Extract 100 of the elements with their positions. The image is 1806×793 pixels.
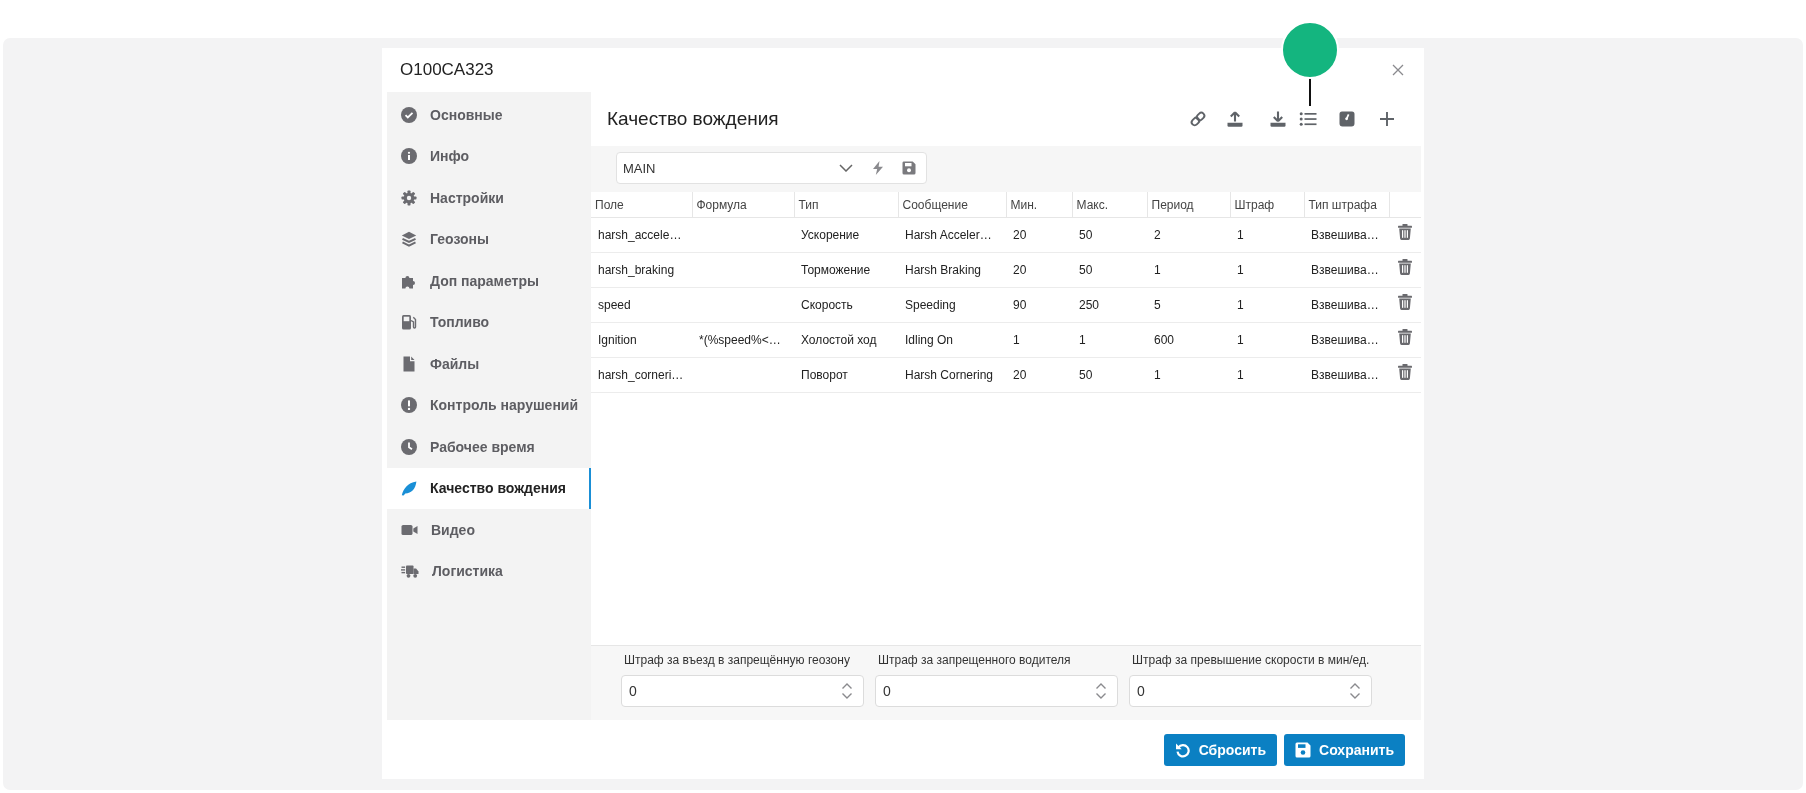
sidebar-item[interactable]: Качество вождения [387,467,591,509]
sidebar-item[interactable]: Основные [387,94,591,136]
upload-icon[interactable] [1226,110,1244,128]
column-header[interactable]: Формула [692,192,794,218]
chevron-down-icon [839,164,853,172]
dialog-title: O100CA323 [400,60,494,80]
panel-title: Качество вождения [607,108,779,130]
table-cell: Взвешива… [1304,252,1389,288]
column-header[interactable]: Макс. [1072,192,1147,218]
number-field[interactable]: 0 [621,675,864,707]
reset-button[interactable]: Сбросить [1163,733,1278,766]
clock-icon [401,438,417,455]
gear-icon [401,189,417,206]
sidebar-item[interactable]: Логистика [387,550,591,592]
table-cell: 1 [1147,252,1230,288]
exclamation-icon [401,397,417,414]
table-cell: Торможение [794,252,898,288]
file-icon [401,355,417,372]
layers-icon [401,231,417,248]
table-cell: Скорость [794,287,898,323]
trash-icon[interactable] [1398,224,1412,240]
table-cell: 1 [1230,357,1304,393]
table-cell: 1 [1230,252,1304,288]
table-cell: 50 [1072,357,1147,393]
table-cell: 1 [1072,322,1147,358]
preset-select[interactable]: MAIN [623,160,853,176]
table-cell: 20 [1006,217,1072,253]
table-cell: 1 [1230,217,1304,253]
undo-icon [1174,741,1191,758]
table-cell: 1 [1147,357,1230,393]
sidebar-item[interactable]: Инфо [387,135,591,177]
spinner-arrows-icon[interactable] [841,682,853,700]
truck-icon [401,563,419,580]
list-icon[interactable] [1299,110,1317,128]
table-cell: harsh_braking [591,252,692,288]
sidebar-item[interactable]: Видео [387,509,591,551]
table-cell: Harsh Acceler… [898,217,1006,253]
table-cell: 1 [1230,322,1304,358]
table-cell: 20 [1006,252,1072,288]
table-cell: Harsh Braking [898,252,1006,288]
download-icon[interactable] [1269,110,1287,128]
table-cell: 5 [1147,287,1230,323]
table-cell: 600 [1147,322,1230,358]
field-label: Штраф за превышение скорости в мин/ед. [1131,653,1371,667]
table-cell: Ignition [591,322,692,358]
sidebar-item[interactable]: Топливо [387,301,591,343]
save-button[interactable]: Сохранить [1284,733,1405,766]
link-icon[interactable] [1189,110,1207,128]
table-cell: 1 [1230,287,1304,323]
table-cell: 2 [1147,217,1230,253]
table-cell: Поворот [794,357,898,393]
column-header[interactable]: Поле [591,192,692,218]
column-header[interactable]: Мин. [1006,192,1072,218]
table-cell: Взвешива… [1304,217,1389,253]
table-cell: 1 [1006,322,1072,358]
spinner-arrows-icon[interactable] [1349,682,1361,700]
column-header[interactable]: Тип штрафа [1304,192,1389,218]
table-cell: speed [591,287,692,323]
gauge-icon[interactable] [1338,110,1356,128]
table-cell: *(%speed%<… [692,322,794,358]
trash-icon[interactable] [1398,329,1412,345]
table-cell: 250 [1072,287,1147,323]
table-cell: Idling On [898,322,1006,358]
table-cell: 20 [1006,357,1072,393]
number-field[interactable]: 0 [875,675,1118,707]
field-label: Штраф за запрещенного водителя [877,653,1072,667]
sidebar-item[interactable]: Контроль нарушений [387,384,591,426]
column-header[interactable]: Тип [794,192,898,218]
table-cell: Взвешива… [1304,287,1389,323]
table-cell: Взвешива… [1304,322,1389,358]
table-cell: Холостой ход [794,322,898,358]
sidebar-item[interactable]: Рабочее время [387,426,591,468]
close-icon[interactable] [1392,64,1404,76]
trash-icon[interactable] [1398,364,1412,380]
table-cell: harsh_corneri… [591,357,692,393]
sidebar-item[interactable]: Настройки [387,177,591,219]
fuel-pump-icon [401,314,417,331]
lightning-icon[interactable] [872,161,884,175]
trash-icon[interactable] [1398,259,1412,275]
table-cell: 90 [1006,287,1072,323]
table-cell: Speeding [898,287,1006,323]
leaf-icon [401,480,417,497]
sidebar-item[interactable]: Файлы [387,343,591,385]
plus-icon[interactable] [1378,110,1396,128]
trash-icon[interactable] [1398,294,1412,310]
table-cell: harsh_accele… [591,217,692,253]
column-header[interactable]: Штраф [1230,192,1304,218]
sidebar-item[interactable]: Геозоны [387,218,591,260]
column-header[interactable]: Сообщение [898,192,1006,218]
table-cell: 50 [1072,217,1147,253]
field-label: Штраф за въезд в запрещённую геозону [623,653,851,667]
check-circle-icon [401,106,417,123]
info-icon [401,148,417,165]
table-cell: Ускорение [794,217,898,253]
sidebar-item[interactable]: Доп параметры [387,260,591,302]
table-cell: Harsh Cornering [898,357,1006,393]
table-cell: Взвешива… [1304,357,1389,393]
column-header[interactable]: Период [1147,192,1230,218]
spinner-arrows-icon[interactable] [1095,682,1107,700]
number-field[interactable]: 0 [1129,675,1372,707]
